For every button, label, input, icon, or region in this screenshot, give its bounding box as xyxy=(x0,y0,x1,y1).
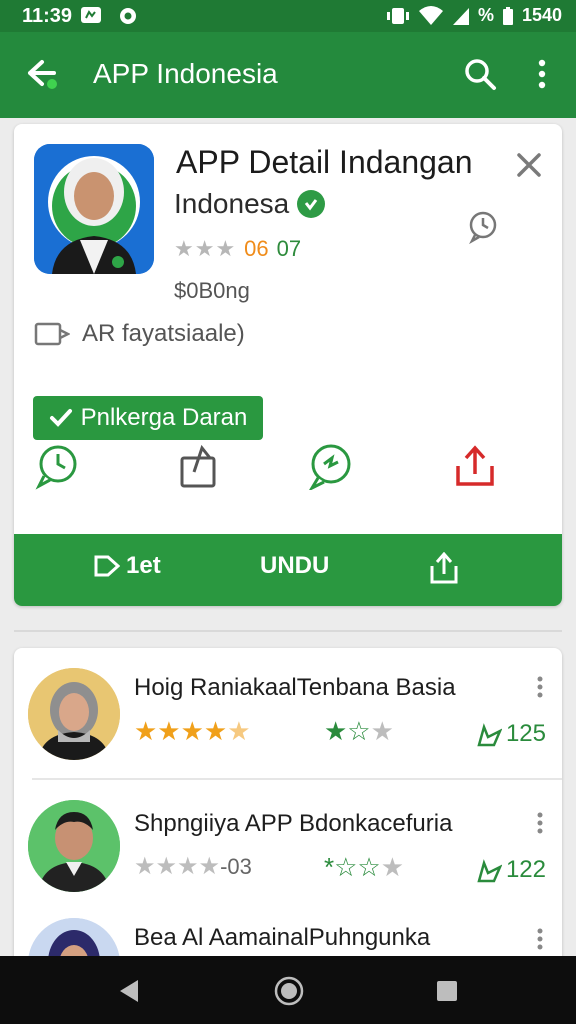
primary-action-button[interactable]: Pnlkerga Daran xyxy=(33,396,263,440)
price-text: $0B0ng xyxy=(174,278,250,303)
battery-icon xyxy=(502,6,513,25)
green-stars-icon: *☆☆★ xyxy=(324,852,405,882)
verified-badge-icon xyxy=(297,190,326,218)
clock-icon[interactable] xyxy=(466,210,500,244)
whatsapp-icon[interactable] xyxy=(306,442,354,490)
status-bar: 11:39 % 1540 xyxy=(0,0,576,32)
bottom-action-bar: 1et UNDU xyxy=(14,534,562,606)
item-more-icon[interactable] xyxy=(536,676,544,698)
battery-percent: % xyxy=(477,5,494,25)
check-icon xyxy=(49,409,72,427)
primary-action-label: Pnlkerga Daran xyxy=(80,404,248,431)
status-right: % 1540 xyxy=(386,5,562,26)
thumbs-up-icon xyxy=(477,859,502,883)
share-icon[interactable] xyxy=(428,552,460,584)
history-icon[interactable] xyxy=(34,442,82,490)
bottom-left-label: 1et xyxy=(126,552,161,579)
search-icon[interactable] xyxy=(462,56,498,92)
availability-text: AR fayatsiaale) xyxy=(82,320,245,347)
app-bar: APP Indonesia xyxy=(0,32,576,118)
nav-home-icon[interactable] xyxy=(274,976,304,1006)
rating-stars-icon: ★★★★★ xyxy=(134,716,251,746)
rating-stars-icon: ★★★ xyxy=(174,236,237,261)
thumbs-up-icon xyxy=(477,723,502,747)
section-divider xyxy=(14,630,562,632)
rating-row-gray: ★★★★-03 xyxy=(134,852,252,881)
app-detail-card: APP Detail Indangan Indonesa ★★★ 06 07 $… xyxy=(14,124,562,606)
overflow-menu-icon[interactable] xyxy=(530,56,554,92)
item-count-value: 122 xyxy=(505,856,546,883)
list-item-title: Hoig RaniakaalTenbana Basia xyxy=(134,674,456,701)
rating-value-b: 07 xyxy=(276,236,302,261)
item-count-value: 125 xyxy=(505,720,546,747)
rating-row: ★★★ 06 07 xyxy=(174,236,301,262)
avatar xyxy=(28,668,120,760)
sync-icon xyxy=(118,6,138,31)
developer-name[interactable]: Indonesa xyxy=(174,188,289,220)
share-box-icon[interactable] xyxy=(176,442,224,490)
item-count: 122 xyxy=(476,856,546,884)
app-list-card: Hoig RaniakaalTenbana Basia ★★★★★ ★☆★ 12… xyxy=(14,648,562,968)
app-title: APP Detail Indangan xyxy=(176,144,473,180)
item-count: 125 xyxy=(476,720,546,748)
notification-icon xyxy=(80,6,102,29)
wifi-icon xyxy=(418,5,443,25)
list-item-title: Shpngiiya APP Bdonkacefuria xyxy=(134,810,453,837)
developer-row: Indonesa xyxy=(174,188,326,220)
bottom-left-button[interactable]: 1et xyxy=(94,552,161,580)
signal-icon xyxy=(452,7,469,25)
list-item[interactable]: Shpngiiya APP Bdonkacefuria ★★★★-03 *☆☆★… xyxy=(14,780,562,910)
list-item-title: Bea Al AamainalPuhngunka xyxy=(134,924,431,951)
play-box-icon xyxy=(94,555,120,577)
item-rating-text: -03 xyxy=(220,854,252,879)
rating-value-a: 06 xyxy=(244,236,269,261)
download-button[interactable]: UNDU xyxy=(260,552,329,580)
nav-recents-icon[interactable] xyxy=(434,978,460,1004)
system-nav-bar xyxy=(0,956,576,1024)
nav-back-icon[interactable] xyxy=(116,978,142,1004)
green-stars-icon: ★☆★ xyxy=(324,716,394,746)
close-icon[interactable] xyxy=(514,150,544,180)
download-label: UNDU xyxy=(260,552,330,579)
status-time: 11:39 xyxy=(22,5,73,27)
app-icon xyxy=(34,144,154,274)
avatar xyxy=(28,800,120,892)
app-bar-title: APP Indonesia xyxy=(93,58,278,89)
list-item[interactable]: Hoig RaniakaalTenbana Basia ★★★★★ ★☆★ 12… xyxy=(14,648,562,778)
vibrate-icon xyxy=(386,7,409,24)
availability-row: AR fayatsiaale) xyxy=(34,320,245,348)
item-more-icon[interactable] xyxy=(536,928,544,950)
upload-share-icon[interactable] xyxy=(450,442,498,490)
battery-text: 1540 xyxy=(521,5,562,25)
item-more-icon[interactable] xyxy=(536,812,544,834)
back-arrow-icon[interactable] xyxy=(22,54,60,92)
rating-stars-icon: ★★★★ xyxy=(134,853,221,880)
device-icon xyxy=(34,322,70,346)
